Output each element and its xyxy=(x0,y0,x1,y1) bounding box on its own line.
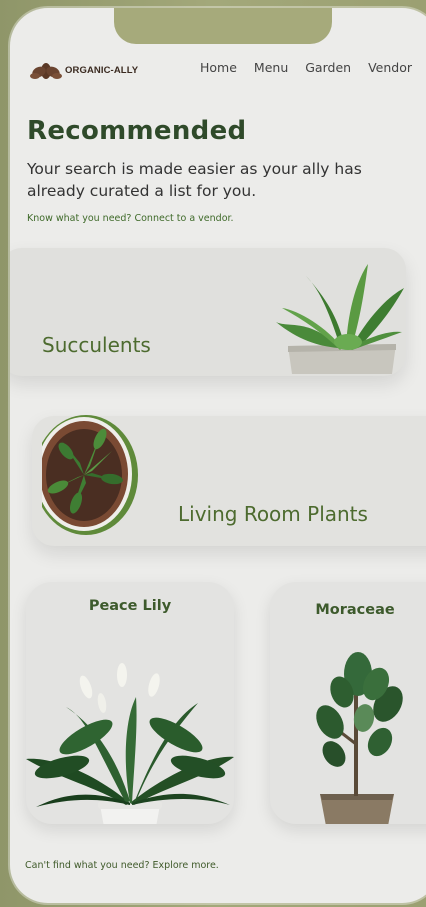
top-navigation: ORGANIC-ALLY Home Menu Garden Vendor xyxy=(10,8,426,98)
explore-more-link[interactable]: Can't find what you need? Explore more. xyxy=(25,860,219,871)
plant-name-peace-lily: Peace Lily xyxy=(88,598,172,614)
peace-lily-plant-icon xyxy=(26,663,234,824)
fiddle-leaf-fig-icon xyxy=(316,652,403,824)
plant-card-moraceae[interactable]: Moraceae xyxy=(270,582,426,824)
brand-name: ORGANIC-ALLY xyxy=(65,64,139,76)
nav-links: Home Menu Garden Vendor xyxy=(200,60,412,75)
page-title: Recommended xyxy=(27,116,247,146)
plant-card-peace-lily[interactable]: Peace Lily xyxy=(26,582,234,824)
succulent-plant-icon xyxy=(276,264,404,374)
category-card-living-room[interactable]: Living Room Plants xyxy=(32,415,426,546)
nav-menu[interactable]: Menu xyxy=(254,60,288,75)
category-label-succulents: Succulents xyxy=(42,333,151,357)
nav-home[interactable]: Home xyxy=(200,60,237,75)
nav-vendor[interactable]: Vendor xyxy=(368,60,412,75)
connect-vendor-link[interactable]: Know what you need? Connect to a vendor. xyxy=(27,213,234,224)
lotus-leaves-icon xyxy=(30,63,62,79)
nav-garden[interactable]: Garden xyxy=(305,60,351,75)
potted-plant-icon xyxy=(42,415,138,535)
plant-name-moraceae: Moraceae xyxy=(315,602,395,618)
category-label-living-room: Living Room Plants xyxy=(178,502,368,526)
category-card-succulents[interactable]: Succulents xyxy=(10,248,406,376)
phone-screen: ORGANIC-ALLY Home Menu Garden Vendor Rec… xyxy=(10,8,426,903)
page-subtitle: Your search is made easier as your ally … xyxy=(27,160,362,200)
brand-logo[interactable]: ORGANIC-ALLY xyxy=(30,59,138,81)
